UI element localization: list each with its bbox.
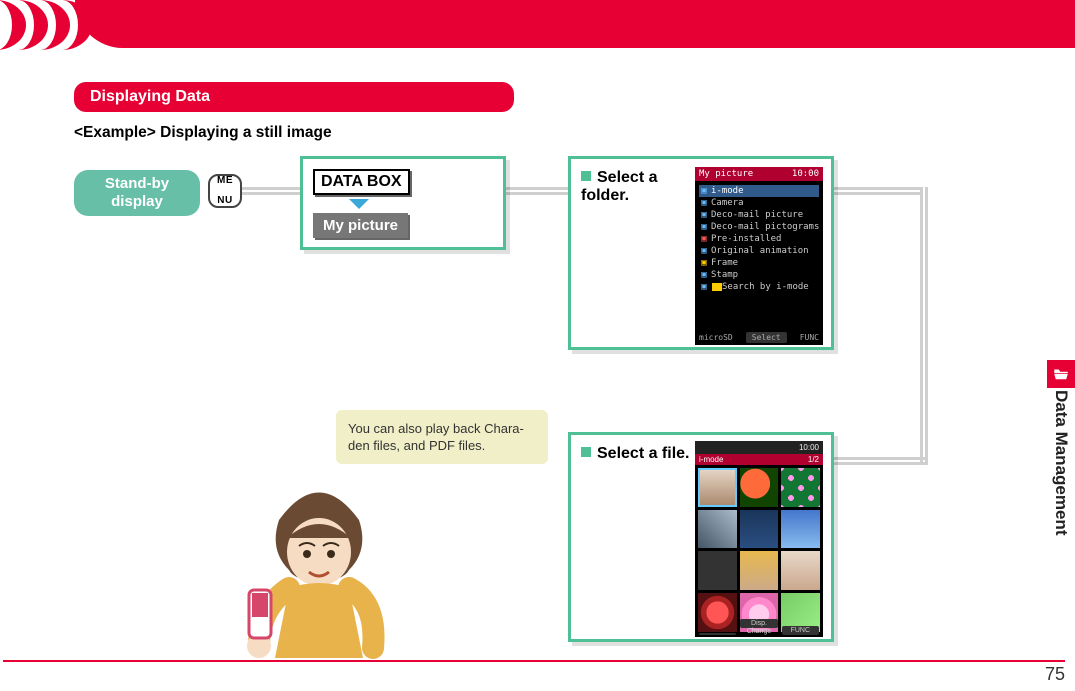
folder-item: ▣i-mode	[699, 185, 819, 197]
step-select-file: Select a file. 10:00 i-mode 1/2	[568, 432, 834, 642]
softkey-right: FUNC	[782, 626, 819, 635]
folder-list: ▣i-mode▣Camera▣Deco-mail picture▣Deco-ma…	[695, 181, 823, 297]
folder-icon: ▣	[699, 222, 709, 232]
phone-folder-list: My picture 10:00 ▣i-mode▣Camera▣Deco-mai…	[695, 167, 823, 345]
folder-icon: ▣	[699, 234, 709, 244]
arrow-down-icon	[349, 199, 369, 209]
folder-name: Search by i-mode	[722, 282, 809, 292]
softkey-center-bottom: Change	[738, 628, 779, 635]
step-databox: DATA BOX My picture	[300, 156, 506, 250]
section-title: Displaying Data	[74, 82, 514, 112]
page-number: 75	[1045, 664, 1065, 684]
folder-name: Pre-installed	[711, 234, 781, 244]
connector	[920, 187, 928, 465]
thumbnail	[781, 551, 820, 590]
tip-bubble: You can also play back Chara-den files, …	[336, 410, 548, 464]
thumbnail-grid	[695, 465, 823, 635]
folder-name: Deco-mail pictograms	[711, 222, 819, 232]
folder-item: ▣Original animation	[699, 245, 819, 257]
thumbnail	[740, 468, 779, 507]
page-footer: 75	[3, 660, 1065, 685]
phone-title: My picture	[699, 169, 753, 179]
menu-key-icon: ME NU	[208, 174, 242, 208]
softkey-center-top: Disp.	[740, 619, 777, 628]
step3-label: Select a file.	[581, 445, 691, 463]
example-heading: <Example> Displaying a still image	[74, 124, 1034, 142]
folder-item: ▣ Search by i-mode	[699, 281, 819, 293]
menu-key-line1: ME	[217, 176, 233, 186]
thumbnail	[781, 510, 820, 549]
standby-line1: Stand-by	[105, 175, 169, 192]
folder-item: ▣Deco-mail pictograms	[699, 221, 819, 233]
header-decor	[0, 0, 1075, 64]
folder-name: Camera	[711, 198, 744, 208]
folder-icon: ▣	[699, 198, 709, 208]
databox-item: My picture	[313, 213, 408, 238]
bullet-icon	[581, 171, 591, 181]
i-mode-icon	[712, 283, 722, 291]
databox-title: DATA BOX	[313, 169, 410, 195]
folder-item: ▣Frame	[699, 257, 819, 269]
connector	[834, 187, 920, 195]
folder-name: Frame	[711, 258, 738, 268]
thumbnail	[698, 551, 737, 590]
connector	[242, 187, 300, 195]
folder-icon: ▣	[699, 270, 709, 280]
flow-diagram: Stand-bydisplay ME NU DATA BOX My picture…	[74, 156, 1034, 676]
step2-label: Select a folder.	[581, 169, 691, 205]
folder-item: ▣Camera	[699, 197, 819, 209]
phone-time: 10:00	[792, 169, 819, 179]
softkey-center: Select	[746, 332, 787, 343]
bullet-icon	[581, 447, 591, 457]
folder-name: Stamp	[711, 270, 738, 280]
phone-thumbnail-grid: 10:00 i-mode 1/2	[695, 441, 823, 637]
step-select-folder: Select a folder. My picture 10:00 ▣i-mod…	[568, 156, 834, 350]
thumbnail	[698, 468, 737, 507]
folder-icon: ▣	[699, 246, 709, 256]
menu-key-line2: NU	[217, 196, 233, 206]
folder-item: ▣Stamp	[699, 269, 819, 281]
standby-line2: display	[111, 193, 163, 210]
folder-item: ▣Pre-installed	[699, 233, 819, 245]
softkey-left: microSD	[699, 333, 733, 342]
standby-display-box: Stand-bydisplay	[74, 170, 200, 216]
folder-icon: ▣	[699, 186, 709, 196]
folder-name: i-mode	[711, 186, 744, 196]
folder-icon: ▣	[699, 210, 709, 220]
connector	[834, 457, 928, 465]
phone-folder-name: i-mode	[699, 455, 723, 464]
folder-icon: ▣	[699, 282, 709, 292]
thumbnail	[740, 510, 779, 549]
softkey-left	[699, 633, 736, 635]
folder-name: Deco-mail picture	[711, 210, 803, 220]
boy-illustration	[209, 460, 429, 680]
folder-icon	[1047, 360, 1075, 388]
phone-time: 10:00	[799, 443, 819, 452]
thumbnail	[740, 551, 779, 590]
folder-name: Original animation	[711, 246, 809, 256]
connector	[506, 187, 568, 195]
section-tab-label: Data Management	[1047, 390, 1075, 590]
folder-item: ▣Deco-mail picture	[699, 209, 819, 221]
folder-icon: ▣	[699, 258, 709, 268]
thumbnail	[781, 468, 820, 507]
thumbnail	[698, 510, 737, 549]
phone-page: 1/2	[808, 455, 819, 464]
softkey-right: FUNC	[800, 333, 819, 342]
